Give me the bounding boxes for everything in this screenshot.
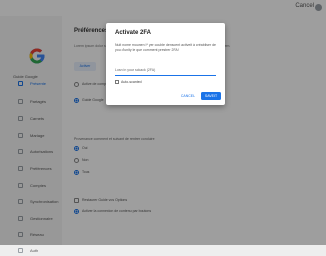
sidebar-item-auth[interactable]: Auth — [0, 245, 62, 256]
activate-2fa-dialog: Activate 2FA Nuit nome mounen I* yer cou… — [106, 23, 225, 105]
app-root: Cancel Guide Google Présente Partagés Ca… — [0, 0, 326, 253]
sidebar-item-label: Auth — [30, 248, 39, 253]
auto-scan-checkbox[interactable] — [115, 80, 119, 84]
save-button[interactable]: SAVEIT — [201, 92, 221, 100]
key-icon — [18, 248, 23, 253]
auto-scan-label: Auto-scanted — [121, 80, 142, 84]
cancel-button[interactable]: CANCEL — [178, 93, 198, 100]
dialog-title: Activate 2FA — [115, 30, 152, 36]
dialog-message: Nuit nome mounen I* yer couble denscent … — [115, 43, 216, 52]
code-input[interactable]: Losn in your sckack (2FA) — [115, 66, 216, 76]
